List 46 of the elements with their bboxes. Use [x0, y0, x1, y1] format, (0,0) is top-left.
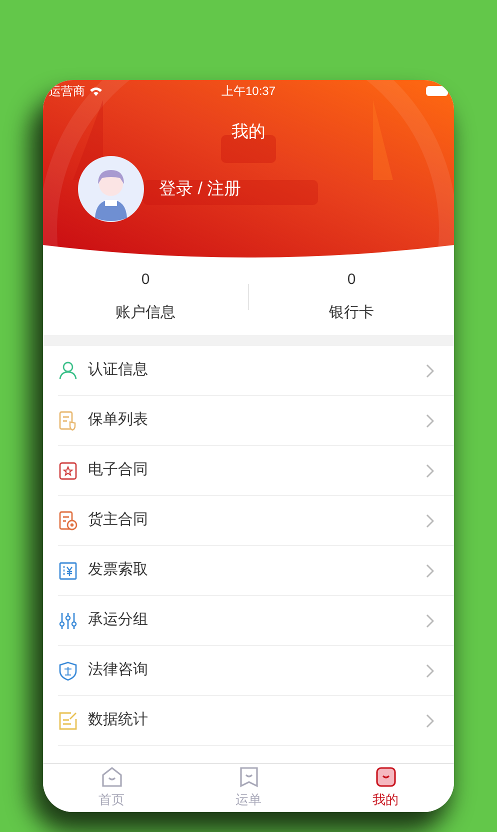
page-title: 我的: [232, 121, 266, 143]
home-icon: [100, 766, 122, 788]
menu-item[interactable]: 电子合同: [58, 446, 454, 496]
menu-item[interactable]: 货主合同: [58, 496, 454, 546]
menu-item[interactable]: 数据统计: [58, 696, 454, 746]
chevron-right-icon: [426, 364, 434, 378]
menu-label: 数据统计: [88, 710, 149, 730]
stat-value: 0: [347, 270, 356, 290]
chevron-right-icon: [426, 664, 434, 678]
person-icon: [58, 360, 78, 380]
menu-label: 认证信息: [88, 360, 149, 380]
avatar-icon: [78, 156, 144, 222]
menu-item[interactable]: 认证信息: [58, 346, 454, 396]
chevron-right-icon: [426, 464, 434, 478]
stat-value: 0: [141, 270, 150, 290]
invoice-icon: [58, 560, 78, 580]
document-badge-icon: [58, 510, 78, 530]
menu-item[interactable]: 承运分组: [58, 596, 454, 646]
sliders-icon: [58, 610, 78, 630]
menu-item[interactable]: 保单列表: [58, 396, 454, 446]
menu-item[interactable]: 发票索取: [58, 546, 454, 596]
chevron-right-icon: [426, 414, 434, 428]
tab-item[interactable]: 我的: [317, 764, 454, 812]
menu-label: 保单列表: [88, 410, 149, 430]
menu-label: 货主合同: [88, 510, 149, 530]
stat-label: 银行卡: [329, 302, 374, 322]
chevron-right-icon: [426, 714, 434, 728]
bookmark-icon: [238, 766, 260, 788]
menu-label: 电子合同: [88, 460, 149, 480]
menu-item[interactable]: 法律咨询: [58, 646, 454, 696]
menu-label: 承运分组: [88, 610, 149, 630]
status-time: 上午10:37: [221, 83, 276, 100]
login-link[interactable]: 登录 / 注册: [159, 176, 242, 202]
battery-icon: [426, 86, 448, 96]
note-icon: [58, 710, 78, 730]
menu-label: 发票索取: [88, 560, 149, 580]
wifi-icon: [89, 86, 103, 96]
chevron-right-icon: [426, 564, 434, 578]
chevron-right-icon: [426, 514, 434, 528]
chevron-right-icon: [426, 614, 434, 628]
stat-label: 账户信息: [116, 302, 176, 322]
shield-icon: [58, 660, 78, 680]
menu-label: 法律咨询: [88, 660, 149, 680]
profile-tab-icon: [374, 766, 396, 788]
star-document-icon: [58, 460, 78, 480]
document-shield-icon: [58, 410, 78, 430]
